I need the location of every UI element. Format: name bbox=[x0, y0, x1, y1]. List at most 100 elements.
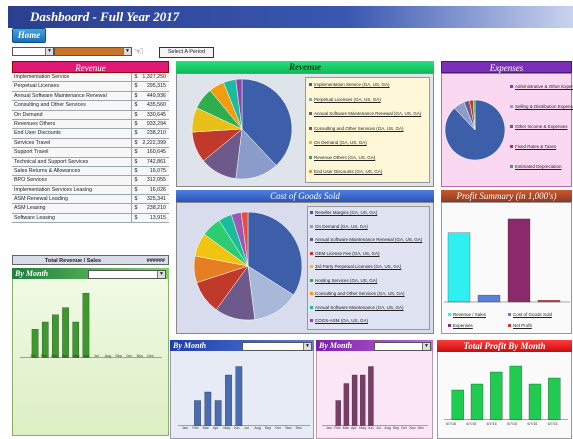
row-currency: $ bbox=[134, 92, 138, 99]
cogs-legend-label: Annual Software Maintenance Renewal (GA,… bbox=[315, 237, 423, 242]
month-tick-label: Jul bbox=[244, 426, 249, 430]
period-select-2[interactable]: ▼ bbox=[54, 47, 132, 56]
expenses-legend-item: Administrative & Other Expenses bbox=[510, 84, 573, 89]
by-month-1-bar bbox=[41, 321, 49, 358]
legend-swatch bbox=[510, 105, 513, 109]
by-month-2-bar bbox=[214, 400, 222, 426]
by-month-3-bar bbox=[343, 383, 350, 426]
row-currency: $ bbox=[134, 102, 138, 109]
row-currency: $ bbox=[134, 196, 138, 203]
row-currency: $ bbox=[134, 186, 138, 193]
legend-swatch bbox=[310, 265, 313, 269]
by-month-3-bar bbox=[360, 374, 366, 426]
row-currency: $ bbox=[134, 120, 138, 127]
month-tick-label: Oct bbox=[401, 426, 407, 430]
chevron-down-icon: ▼ bbox=[157, 271, 165, 278]
table-row: Implementation Service $1,327,250 bbox=[12, 73, 169, 83]
revenue-table-head: Revenue bbox=[12, 61, 169, 73]
row-currency: $ bbox=[134, 83, 138, 90]
cogs-legend-label: OEM License Fee (GA, US, GA) bbox=[315, 250, 380, 256]
by-month-1-bar bbox=[82, 293, 90, 358]
legend-swatch bbox=[510, 145, 513, 149]
table-row: Software Leasing $13,915 bbox=[12, 213, 169, 224]
legend-swatch bbox=[310, 224, 313, 228]
legend-swatch bbox=[310, 305, 313, 309]
row-label: Software Leasing bbox=[12, 213, 132, 223]
month-tick-label: Jun bbox=[367, 426, 374, 430]
revenue-legend-item: Perpetual Licenses (GA, US, GA) bbox=[309, 97, 381, 102]
row-value: 449,936 bbox=[146, 92, 166, 99]
chevron-down-icon: ▼ bbox=[303, 343, 311, 350]
revenue-legend-label: Implementation Service (GA, US, GA) bbox=[314, 82, 390, 87]
legend-swatch bbox=[508, 324, 511, 328]
month-tick-label: Jan bbox=[326, 426, 332, 430]
profit-legend-label: Net Profit bbox=[513, 323, 532, 328]
by-month-2-bar bbox=[204, 391, 212, 426]
expenses-legend-label: Estimated Depreciation bbox=[515, 164, 562, 169]
table-row: Technical and Support Services $742,861 bbox=[12, 157, 169, 167]
cogs-legend-item: COGS-ASM (GA, US, GA) bbox=[310, 318, 368, 323]
row-currency: $ bbox=[134, 111, 138, 118]
table-row: Services Travel $2,222,399 bbox=[12, 138, 169, 149]
row-label: ASM Renewal Leading bbox=[12, 195, 132, 204]
month-select-1[interactable]: ▼ bbox=[88, 270, 166, 279]
home-button[interactable]: Home bbox=[12, 28, 46, 43]
month-tick-label: Jun bbox=[83, 354, 90, 358]
profit-summary-chart bbox=[444, 218, 570, 303]
legend-swatch bbox=[510, 125, 513, 129]
table-row: Sales Returns & Allowances $16,075 bbox=[12, 166, 169, 177]
month-tick-label: May bbox=[72, 354, 80, 358]
legend-swatch bbox=[448, 324, 451, 328]
expenses-legend-label: Fixed Rates & Taxes bbox=[515, 144, 557, 149]
revenue-legend-label: Consulting and Other Services (GA, US, G… bbox=[314, 125, 404, 131]
row-label: BPO Services bbox=[12, 176, 132, 185]
cogs-legend-label: On Demand (GA, US, GA) bbox=[315, 223, 368, 229]
row-label: End User Discounts bbox=[12, 129, 132, 138]
revenue-total-row: Total Revenue / Sales ###### bbox=[12, 255, 169, 265]
revenue-legend-label: End User Discounts (GA, US, GA) bbox=[314, 169, 383, 174]
month-select-2[interactable]: ▼ bbox=[242, 342, 312, 351]
by-month-ticks-1: Jan Feb Mar Apr May Jun Jul Aug Sep Oct Nov Dec bbox=[30, 354, 158, 360]
row-currency: $ bbox=[134, 205, 138, 212]
month-tick-label: Jan bbox=[30, 354, 36, 358]
legend-swatch bbox=[310, 251, 313, 255]
revenue-legend-item: Revenue Others (GA, US, GA) bbox=[309, 155, 375, 160]
row-currency: $ bbox=[134, 149, 138, 156]
table-row: Perpetual Licenses $295,315 bbox=[12, 82, 169, 92]
legend-swatch bbox=[310, 211, 313, 215]
table-row: Revenues Others $933,294 bbox=[12, 119, 169, 130]
legend-swatch bbox=[310, 319, 313, 323]
cogs-legend-label: COGS-ASM (GA, US, GA) bbox=[315, 318, 369, 323]
row-label: Sales Returns & Allowances bbox=[12, 166, 132, 176]
expenses-legend-item: Estimated Depreciation bbox=[510, 164, 562, 169]
row-label: Implementation Services Leasing bbox=[12, 185, 132, 195]
row-label: Support Travel bbox=[12, 148, 132, 157]
month-tick-label: Dec bbox=[417, 426, 425, 430]
chevron-down-icon: ▼ bbox=[123, 48, 131, 55]
select-period-button[interactable]: Select A Period bbox=[159, 47, 214, 58]
period-select-1[interactable]: ▼ bbox=[12, 47, 54, 56]
by-month-chart-2 bbox=[178, 366, 310, 426]
profit-legend-item: Revenue / Sales bbox=[448, 312, 486, 317]
expenses-pie-chart bbox=[444, 99, 506, 161]
row-label: Technical and Support Services bbox=[12, 157, 132, 166]
month-tick-label: 6/7/16 bbox=[466, 422, 477, 426]
month-tick-label: Apr bbox=[213, 426, 219, 430]
month-tick-label: Jul bbox=[94, 354, 99, 358]
legend-swatch bbox=[309, 170, 312, 174]
month-tick-label: Jun bbox=[233, 426, 240, 430]
month-tick-label: 6/7/16 bbox=[547, 422, 558, 426]
month-tick-label: Aug bbox=[384, 426, 391, 430]
month-tick-label: 6/7/16 bbox=[507, 422, 517, 426]
total-profit-ticks: 6/7/16 6/7/16 6/7/16 6/7/16 6/7/16 6/7/16 bbox=[446, 422, 568, 428]
month-tick-label: 6/7/16 bbox=[527, 422, 538, 426]
revenue-legend-item: End User Discounts (GA, US, GA) bbox=[309, 169, 382, 174]
month-select-3[interactable]: ▼ bbox=[374, 342, 431, 351]
row-label: Annual Software Maintenance Renewal bbox=[12, 91, 132, 101]
month-tick-label: May bbox=[359, 426, 367, 430]
row-label: Implementation Service bbox=[12, 73, 132, 82]
profit-legend-label: Cost of Goods Sold bbox=[513, 312, 553, 317]
by-month-ticks-3: Jan Feb Mar Apr May Jun Jul Aug Sep Oct Nov Dec bbox=[326, 426, 426, 432]
table-row: ASM Renewal Leading $325,341 bbox=[12, 195, 169, 205]
revenue-legend-item: Consulting and Other Services (GA, US, G… bbox=[309, 126, 404, 131]
